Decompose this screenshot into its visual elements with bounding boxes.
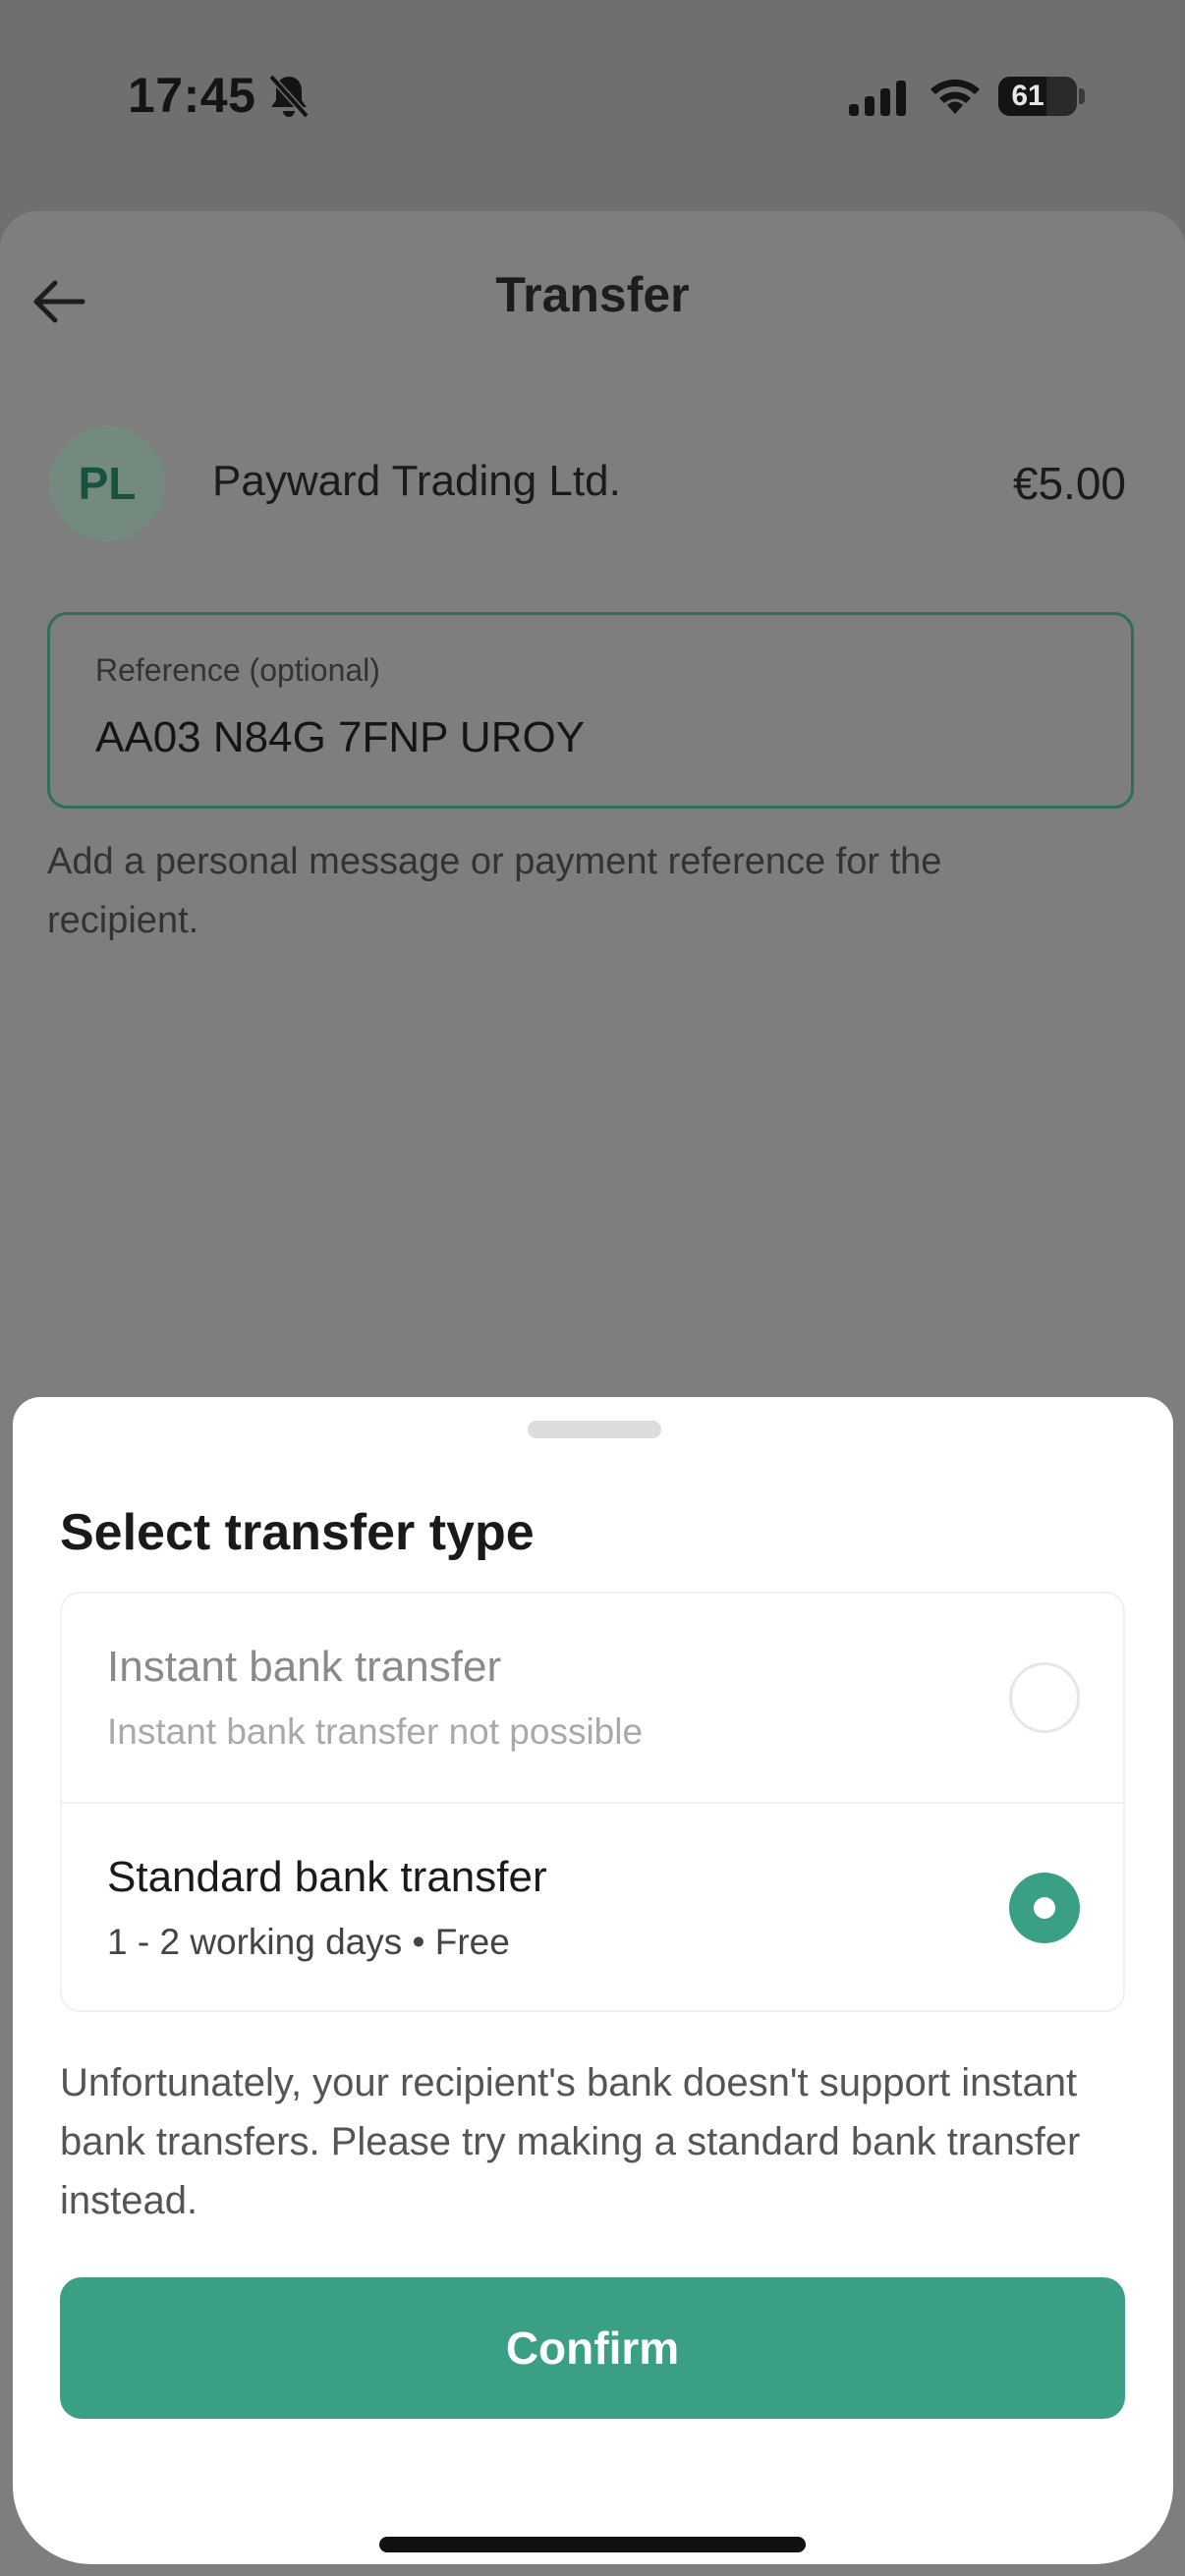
- battery-cap: [1079, 88, 1085, 104]
- confirm-button[interactable]: Confirm: [60, 2277, 1125, 2419]
- recipient-name: Payward Trading Ltd.: [212, 457, 621, 505]
- option-instant-transfer[interactable]: Instant bank transfer Instant bank trans…: [62, 1594, 1123, 1804]
- cellular-signal-icon: [849, 81, 906, 116]
- option-standard-transfer[interactable]: Standard bank transfer 1 - 2 working day…: [62, 1804, 1123, 2012]
- bell-slash-icon: [268, 74, 310, 119]
- reference-input[interactable]: Reference (optional) AA03 N84G 7FNP UROY: [47, 612, 1134, 809]
- reference-label: Reference (optional): [95, 652, 380, 688]
- option-title: Standard bank transfer: [107, 1853, 547, 1901]
- battery-level: 61: [1011, 80, 1044, 112]
- wifi-icon: [931, 79, 980, 114]
- radio-unselected[interactable]: [1009, 1662, 1080, 1733]
- option-title: Instant bank transfer: [107, 1643, 502, 1691]
- option-subtitle: Instant bank transfer not possible: [107, 1711, 644, 1752]
- battery-icon: 61: [998, 77, 1077, 116]
- transfer-type-sheet: Select transfer type Instant bank transf…: [13, 1397, 1173, 2564]
- option-subtitle: 1 - 2 working days • Free: [107, 1922, 510, 1962]
- instant-unavailable-notice: Unfortunately, your recipient's bank doe…: [60, 2061, 1081, 2222]
- status-time: 17:45: [128, 68, 256, 123]
- transfer-type-options: Instant bank transfer Instant bank trans…: [60, 1592, 1125, 2012]
- reference-value[interactable]: AA03 N84G 7FNP UROY: [95, 713, 585, 762]
- page-title: Transfer: [495, 267, 690, 322]
- sheet-title: Select transfer type: [60, 1504, 535, 1561]
- home-indicator[interactable]: [379, 2537, 806, 2552]
- status-bar: 17:45 61: [0, 0, 1185, 196]
- sheet-grabber[interactable]: [528, 1421, 661, 1438]
- reference-help-text: Add a personal message or payment refere…: [47, 841, 942, 941]
- radio-selected[interactable]: [1009, 1873, 1080, 1943]
- transfer-amount: €5.00: [1012, 458, 1126, 509]
- avatar: PL: [49, 425, 165, 541]
